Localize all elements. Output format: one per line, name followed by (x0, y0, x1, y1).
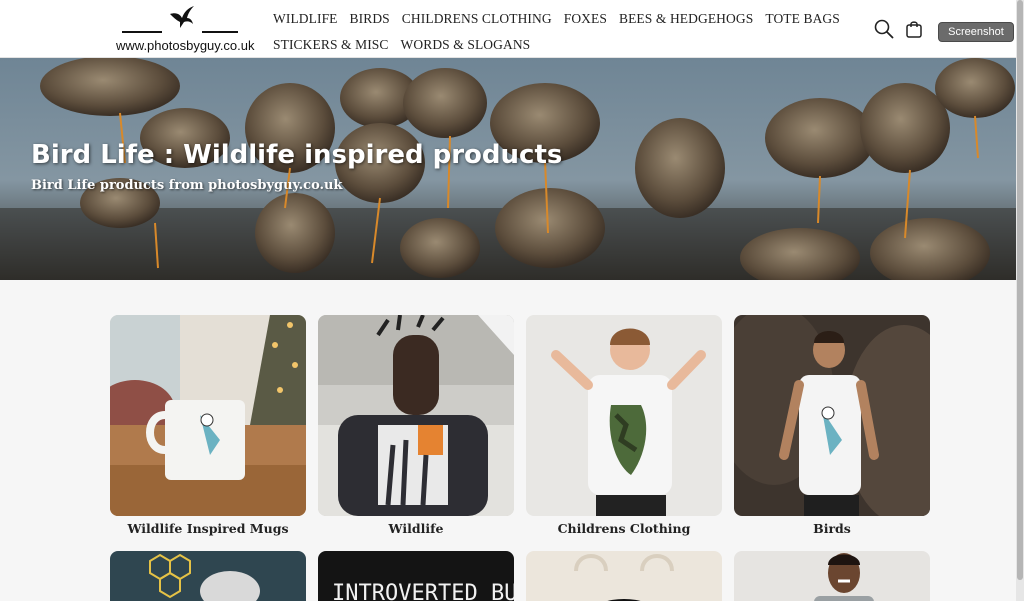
collection-image-childrens-clothing[interactable] (526, 315, 722, 516)
collection-label-mugs[interactable]: Wildlife Inspired Mugs (110, 521, 306, 536)
scrollbar-thumb[interactable] (1017, 0, 1023, 580)
shopping-bag-icon[interactable] (904, 19, 924, 39)
nav-item-words-slogans[interactable]: WORDS & SLOGANS (401, 37, 531, 53)
nav-row-1: WILDLIFE BIRDS CHILDRENS CLOTHING FOXES … (273, 6, 840, 32)
collection-card-row2-1[interactable] (110, 551, 306, 601)
collection-card-wildlife[interactable]: Wildlife (318, 315, 514, 536)
logo-text: www.photosbyguy.co.uk (116, 38, 255, 53)
collection-image-birds[interactable] (734, 315, 930, 516)
nav-item-tote-bags[interactable]: TOTE BAGS (765, 11, 840, 27)
collection-label-birds[interactable]: Birds (734, 521, 930, 536)
nav-item-birds[interactable]: BIRDS (350, 11, 390, 27)
collection-card-row2-2[interactable]: INTROVERTED BUT (318, 551, 514, 601)
hero-banner: Bird Life : Wildlife inspired products B… (0, 58, 1016, 280)
collection-image-bees[interactable] (110, 551, 306, 601)
logo-line-left (122, 31, 162, 33)
collection-card-mugs[interactable]: Wildlife Inspired Mugs (110, 315, 306, 536)
hero-title: Bird Life : Wildlife inspired products (31, 140, 563, 170)
nav-item-wildlife[interactable]: WILDLIFE (273, 11, 338, 27)
hero-subtitle: Bird Life products from photosbyguy.co.u… (31, 178, 343, 193)
collection-card-childrens-clothing[interactable]: Childrens Clothing (526, 315, 722, 536)
collection-image-mugs[interactable] (110, 315, 306, 516)
page: www.photosbyguy.co.uk WILDLIFE BIRDS CHI… (0, 0, 1024, 601)
screenshot-button[interactable]: Screenshot (938, 22, 1014, 42)
collection-label-wildlife[interactable]: Wildlife (318, 521, 514, 536)
collection-image-slogans[interactable]: INTROVERTED BUT (318, 551, 514, 601)
collection-image-wildlife[interactable] (318, 315, 514, 516)
logo-line-right (202, 31, 238, 33)
main-navigation: WILDLIFE BIRDS CHILDRENS CLOTHING FOXES … (273, 6, 840, 58)
collection-image-tote-bags[interactable] (526, 551, 722, 601)
swallow-icon (170, 6, 194, 28)
nav-item-stickers-misc[interactable]: STICKERS & MISC (273, 37, 389, 53)
nav-item-childrens-clothing[interactable]: CHILDRENS CLOTHING (402, 11, 552, 27)
nav-item-bees-hedgehogs[interactable]: BEES & HEDGEHOGS (619, 11, 753, 27)
collection-card-row2-4[interactable] (734, 551, 930, 601)
collection-card-birds[interactable]: Birds (734, 315, 930, 536)
nav-row-2: STICKERS & MISC WORDS & SLOGANS (273, 32, 833, 58)
collection-card-row2-3[interactable] (526, 551, 722, 601)
search-icon[interactable] (874, 19, 894, 39)
collection-label-childrens-clothing[interactable]: Childrens Clothing (526, 521, 722, 536)
site-logo[interactable]: www.photosbyguy.co.uk (112, 4, 255, 56)
page-scrollbar[interactable] (1016, 0, 1024, 601)
site-header: www.photosbyguy.co.uk WILDLIFE BIRDS CHI… (0, 0, 1016, 58)
slogan-print-text: INTROVERTED BUT (332, 581, 514, 601)
collection-image-foxes[interactable] (734, 551, 930, 601)
nav-item-foxes[interactable]: FOXES (564, 11, 607, 27)
